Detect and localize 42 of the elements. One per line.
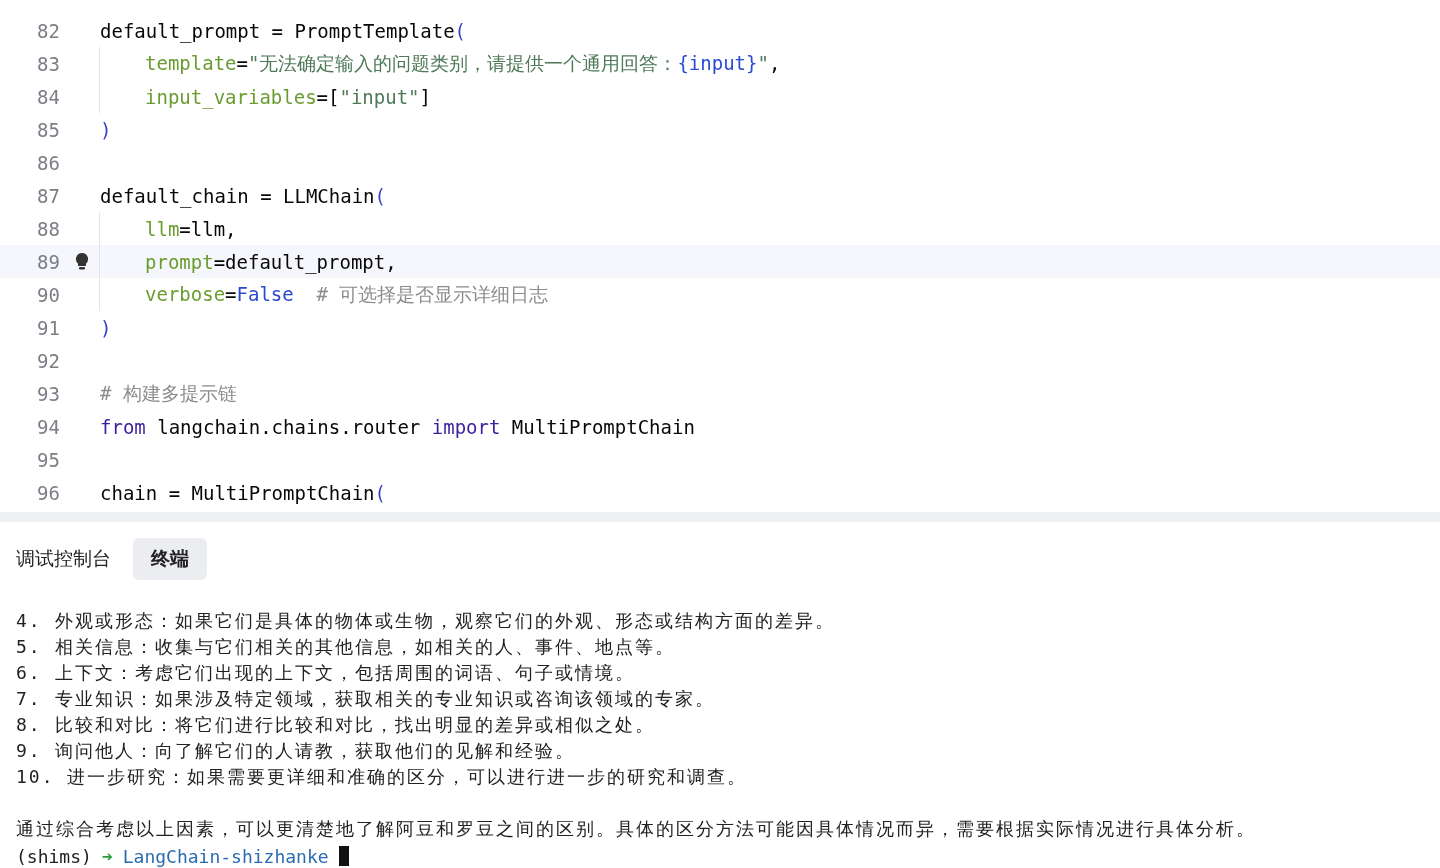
panel-tab[interactable]: 终端 bbox=[133, 538, 207, 580]
code-line: verbose=False # 可选择是否显示详细日志 bbox=[145, 281, 549, 307]
code-line: ) bbox=[100, 316, 112, 339]
code-line: default_prompt = PromptTemplate( bbox=[100, 19, 467, 42]
line-number: 95 bbox=[36, 448, 60, 471]
line-number: 84 bbox=[36, 85, 60, 108]
terminal-output-line: 7. 专业知识：如果涉及特定领域，获取相关的专业知识或咨询该领域的专家。 bbox=[16, 687, 716, 711]
line-number: 93 bbox=[36, 382, 60, 405]
code-line: chain = MultiPromptChain( bbox=[100, 481, 386, 504]
panel-tab[interactable]: 调试控制台 bbox=[16, 538, 111, 580]
code-line: prompt=default_prompt, bbox=[145, 250, 397, 273]
terminal-output-line: 8. 比较和对比：将它们进行比较和对比，找出明显的差异或相似之处。 bbox=[16, 713, 656, 737]
line-number: 89 bbox=[36, 250, 60, 273]
prompt-directory: LangChain-shizhanke bbox=[122, 845, 329, 867]
terminal-output-line: 9. 询问他人：向了解它们的人请教，获取他们的见解和经验。 bbox=[16, 739, 576, 763]
prompt-arrow: ➜ bbox=[101, 845, 113, 867]
terminal-output-line: 6. 上下文：考虑它们出现的上下文，包括周围的词语、句子或情境。 bbox=[16, 661, 636, 685]
line-number: 83 bbox=[36, 52, 60, 75]
line-number: 87 bbox=[36, 184, 60, 207]
line-number: 85 bbox=[36, 118, 60, 141]
line-number: 91 bbox=[36, 316, 60, 339]
terminal-output-line: 10. 进一步研究：如果需要更详细和准确的区分，可以进行进一步的研究和调查。 bbox=[16, 765, 749, 789]
code-line: from langchain.chains.router import MultiPromptChain bbox=[100, 415, 695, 438]
line-number: 86 bbox=[36, 151, 60, 174]
line-number: 88 bbox=[36, 217, 60, 240]
code-line: ) bbox=[100, 118, 112, 141]
line-number: 82 bbox=[36, 19, 60, 42]
terminal-output-line: 通过综合考虑以上因素，可以更清楚地了解阿豆和罗豆之间的区别。具体的区分方法可能因具体情况而异，需要根据实际情况进行具体分析。 bbox=[16, 817, 1257, 841]
code-line: llm=llm, bbox=[145, 217, 237, 240]
code-line: default_chain = LLMChain( bbox=[100, 184, 386, 207]
lightbulb-icon[interactable] bbox=[75, 251, 89, 272]
line-number: 92 bbox=[36, 349, 60, 372]
line-number: 90 bbox=[36, 283, 60, 306]
prompt-env: (shims) bbox=[16, 845, 92, 867]
line-number: 96 bbox=[36, 481, 60, 504]
code-line: template="无法确定输入的问题类别，请提供一个通用回答：{input}", bbox=[145, 50, 781, 76]
line-number: 94 bbox=[36, 415, 60, 438]
terminal-output-line: 4. 外观或形态：如果它们是具体的物体或生物，观察它们的外观、形态或结构方面的差异。 bbox=[16, 609, 836, 633]
code-line: input_variables=["input"] bbox=[145, 85, 431, 108]
terminal-cursor bbox=[338, 846, 349, 866]
terminal-output-line: 5. 相关信息：收集与它们相关的其他信息，如相关的人、事件、地点等。 bbox=[16, 635, 676, 659]
code-line: # 构建多提示链 bbox=[100, 380, 237, 406]
